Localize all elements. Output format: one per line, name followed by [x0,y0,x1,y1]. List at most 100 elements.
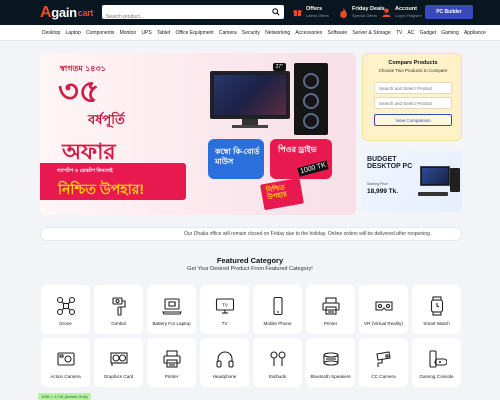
user-icon [381,8,391,18]
budget-monitor-image [420,166,450,186]
pc-tower-image [294,63,328,135]
offers-sub: Latest Offers [306,12,329,18]
account-link[interactable]: Account Login/ Register [381,5,422,20]
account-sub: Login/ Register [395,12,422,18]
cc-camera-icon [373,348,394,369]
nav-item-ac[interactable]: AC [408,30,415,36]
compare-title: Compare Products [388,60,438,66]
category-card-graphics-card[interactable]: Graphics Card [94,338,143,387]
category-label: Graphics Card [103,374,134,379]
monitor-image: 27" [210,63,290,119]
category-card-bluetooth-speakers[interactable]: Bluetooth Speakers [306,338,355,387]
category-card-printer[interactable]: Printer [147,338,196,387]
nav-item-monitor[interactable]: Monitor [120,30,137,36]
top-header: Againcart OffersLatest Offers Friday Dea… [0,0,500,25]
nav-item-server-storage[interactable]: Server & Storage [352,30,390,36]
category-label: Smart Watch [423,321,450,326]
friday-deals-link[interactable]: Friday Deals Special Offers [338,5,385,20]
budget-title: BUDGET DESKTOP PC [367,156,413,171]
category-card-earbuds[interactable]: Earbuds [253,338,302,387]
keyboard-combo-text: কম্বো কি-বোর্ড মাউস [215,147,260,166]
category-card-printer[interactable]: Printer [306,285,355,334]
category-card-vr-virtual-reality[interactable]: VR (Virtual Reality) [359,285,408,334]
search-input[interactable] [102,10,262,24]
nav-item-software[interactable]: Software [327,30,347,36]
nav-item-networking[interactable]: Networking [265,30,290,36]
nav-item-gadget[interactable]: Gadget [420,30,436,36]
logo-word: gain [51,5,77,20]
category-card-cc-camera[interactable]: CC Camera [359,338,408,387]
category-card-action-camera[interactable]: Action Camera [41,338,90,387]
nav-item-components[interactable]: Components [86,30,114,36]
nav-item-camera[interactable]: Camera [219,30,237,36]
banner-mid-text: বর্ষপূর্তি [88,112,125,127]
nav-item-security[interactable]: Security [242,30,260,36]
category-card-headphone[interactable]: Headphone [200,338,249,387]
logo-cart: cart [77,7,94,18]
category-card-gimbal[interactable]: Gimbal [94,285,143,334]
nav-item-tablet[interactable]: Tablet [157,30,170,36]
budget-desktop-banner[interactable]: BUDGET DESKTOP PC Starting Price 18,999 … [362,150,462,212]
category-card-gaming-console[interactable]: Gaming Console [412,338,461,387]
nav-item-appliance[interactable]: Appliance [464,30,486,36]
banner-gift-box: ল্যাপটপ ও ডেস্কটপ কিনলেই নিশ্চিত উপহার! [40,163,186,200]
compare-product-1-input[interactable] [374,82,452,94]
account-title: Account [395,6,417,13]
category-card-battery-for-laptop[interactable]: Battery For Laptop [147,285,196,334]
vr-headset-icon [373,295,394,316]
category-label: TV [221,321,228,326]
compare-subtitle: Choose Two Products to Compare [378,68,448,73]
gift-tag-text: নিশ্চিত উপহার [265,184,288,202]
nav-item-ups[interactable]: UPS [141,30,151,36]
nav-item-gaming[interactable]: Gaming [441,30,459,36]
budget-tower-image [450,168,460,192]
category-card-smart-watch[interactable]: Smart Watch [412,285,461,334]
notice-ticker: Our Dhaka office will remain closed on F… [40,227,462,241]
tv-icon: TV [214,295,235,316]
category-label: Action Camera [50,374,81,379]
featured-subtitle: Get Your Desired Product From Featured C… [187,266,313,272]
banner-big-number: ৩৫ [58,73,100,109]
flame-icon [338,7,348,18]
nav-item-tv[interactable]: TV [396,30,402,36]
offers-link[interactable]: Offers Latest Offers [292,5,329,20]
category-card-mobile-phone[interactable]: Mobile Phone [253,285,302,334]
printer-icon [320,295,341,316]
category-label: Printer [164,374,179,379]
nav-item-laptop[interactable]: Laptop [66,30,81,36]
drone-icon [55,295,76,316]
category-label: Gimbal [111,321,126,326]
promo-banner[interactable]: স্বাগতম ১৪৩১ ৩৫ বর্ষপূর্তি অফার ল্যাপটপ … [40,53,356,215]
gift-tag: নিশ্চিত উপহার [260,177,304,211]
category-label: Drone [59,321,72,326]
pc-builder-button[interactable]: PC Builder [425,5,473,19]
logo-letter: A [40,3,52,21]
search-bar [102,5,284,24]
nav-item-accessories[interactable]: Accessories [295,30,322,36]
graphics-card-icon [108,348,129,369]
monitor-size-label: 27" [272,63,286,71]
friday-title: Friday Deals [352,6,385,13]
resolution-badge: 1280 × 1718 (Admin Only) [38,393,91,400]
search-icon[interactable] [272,8,280,16]
category-card-drone[interactable]: Drone [41,285,90,334]
category-label: CC Camera [371,374,396,379]
category-card-tv[interactable]: TV TV [200,285,249,334]
svg-text:TV: TV [222,302,228,307]
category-label: VR (Virtual Reality) [364,321,403,326]
nav-item-office-equipment[interactable]: Office Equipment [175,30,213,36]
view-comparison-button[interactable]: View Comparison [374,114,452,126]
category-label: Mobile Phone [263,321,292,326]
smart-watch-icon [426,295,447,316]
pen-drive-card: পিওর ড্রাইভ 1000 TK [270,139,332,179]
gaming-console-icon [426,348,447,369]
category-label: Gaming Console [419,374,454,379]
site-logo[interactable]: Again cart [40,4,93,21]
action-camera-icon [55,348,76,369]
compare-product-2-input[interactable] [374,97,452,109]
category-label: Battery For Laptop [152,321,191,326]
category-label: Earbuds [268,374,287,379]
nav-item-desktop[interactable]: Desktop [42,30,60,36]
gimbal-icon [108,295,129,316]
category-label: Bluetooth Speakers [310,374,351,379]
